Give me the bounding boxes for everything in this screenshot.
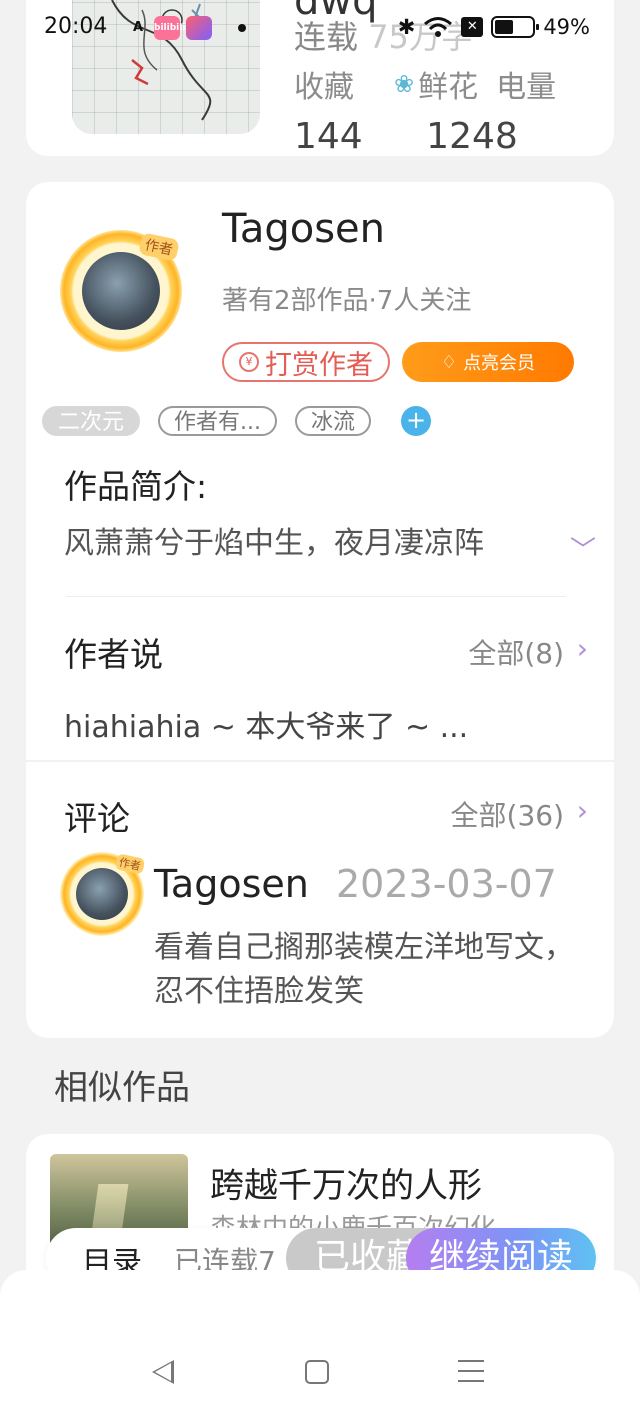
similar-works-title: 相似作品 [54,1068,190,1108]
tag-item[interactable]: 冰流 [295,406,372,436]
similar-work-title: 跨越千万次的人形 [210,1166,482,1206]
tag-list: 二次元 作者有... 冰流 + [42,406,432,436]
chevron-right-icon[interactable]: › [577,794,588,827]
stat-values: 144 1248 [294,116,518,157]
comment-text[interactable]: 看着自己搁那装模左洋地写文，忍不住捂脸发笑 [154,926,574,1014]
author-badge: 作者 [114,853,146,875]
no-sim-icon: ✕ [461,17,484,37]
expand-chevron-icon[interactable]: ﹀ [570,530,596,567]
comment-avatar[interactable]: 作者 [60,852,146,936]
tag-item[interactable]: 二次元 [42,406,141,436]
tag-item[interactable]: 作者有... [158,406,277,436]
author-badge: 作者 [138,232,180,262]
vip-button[interactable]: ♢ 点亮会员 [402,342,574,382]
flower-icon: ❀ [394,70,415,98]
menu-icon[interactable] [458,1360,484,1382]
tip-author-button[interactable]: ¥ 打赏作者 [222,342,390,382]
comment-user[interactable]: Tagosen [154,862,309,906]
shortcut-app-icon [186,16,212,40]
avatar-image [82,252,160,330]
intro-text: 风萧萧兮于焰中生，夜月凄凉阵 [64,526,484,561]
author-says-title: 作者说 [64,635,163,674]
home-icon[interactable] [305,1360,329,1384]
bilibili-icon: bilibili [154,16,185,40]
author-name[interactable]: Tagosen [222,206,385,252]
comments-title: 评论 [64,799,130,838]
intro-title: 作品简介: [64,467,208,506]
status-right: ✱ ✕ 49% [398,15,590,39]
collect-label: 收藏 [294,70,354,105]
wifi-icon [424,17,453,37]
comment-date: 2023-03-07 [336,862,557,906]
power-label: 电量 [496,70,557,105]
avatar-image [76,868,128,920]
author-meta: 著有2部作品·7人关注 [222,286,472,316]
app-a-icon: A [132,20,144,35]
notification-dot-icon [238,24,246,32]
author-says-text[interactable]: hiahiahia ~ 本大爷来了 ~ ... [64,702,468,746]
divider [26,760,614,762]
battery-percent: 49% [543,15,590,39]
author-avatar[interactable]: 作者 [60,230,182,352]
status-time: 20:04 [44,14,108,39]
divider [66,596,566,597]
comments-all-link[interactable]: 全部(36) [451,794,564,834]
system-nav-bar [0,1270,640,1422]
flower-label: 鲜花 [418,70,479,105]
author-detail-card: 作者 Tagosen 著有2部作品·7人关注 ¥ 打赏作者 ♢ 点亮会员 二次元… [26,182,614,1038]
battery-icon [491,16,540,38]
chevron-right-icon[interactable]: › [577,632,588,665]
back-icon[interactable] [152,1360,174,1384]
yen-icon: ¥ [239,352,259,372]
status-bar: 20:04 A bilibili ✱ ✕ 49% [0,0,640,56]
collect-count: 144 [294,116,363,157]
bluetooth-icon: ✱ [397,15,416,39]
author-says-all-link[interactable]: 全部(8) [468,632,564,672]
diamond-icon: ♢ [440,351,458,373]
add-tag-button[interactable]: + [401,406,432,436]
status-app-icons: A bilibili [128,16,246,40]
stat-labels: 收藏 ❀ 鲜花 电量 [294,62,556,106]
flower-count: 1248 [426,116,518,157]
